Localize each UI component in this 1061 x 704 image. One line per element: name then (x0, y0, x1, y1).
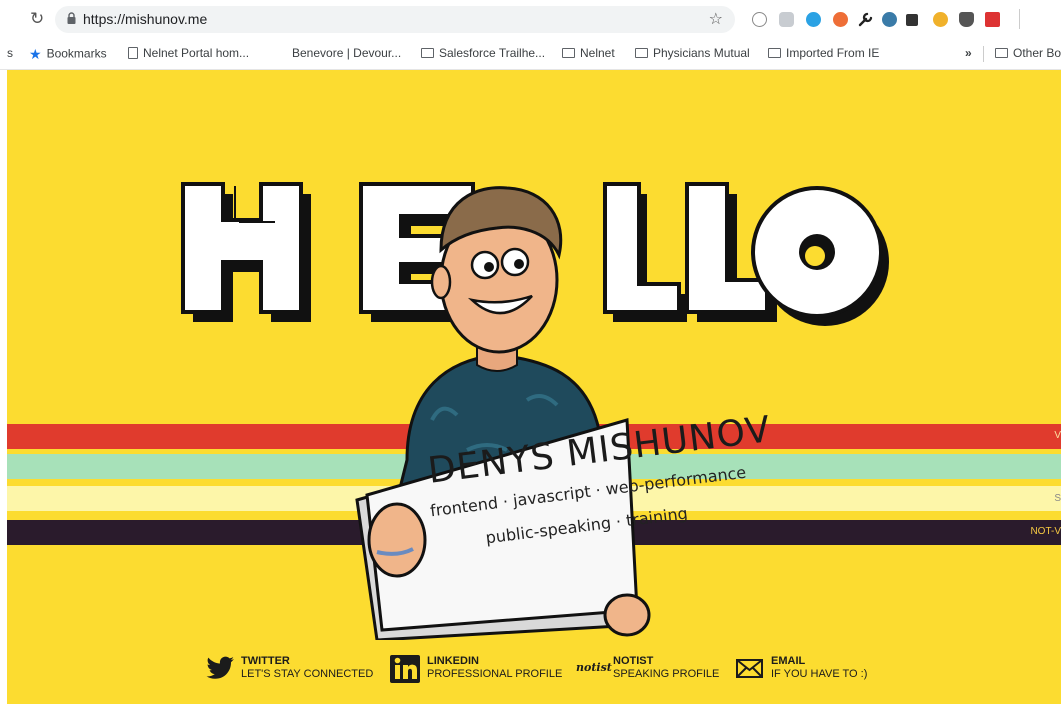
lock-icon (67, 12, 76, 24)
social-link-email[interactable]: EMAIL IF YOU HAVE TO :) (736, 653, 886, 685)
browser-toolbar: ↻ https://mishunov.me ☆ (0, 0, 1061, 38)
extension-lighthouse-icon[interactable] (882, 12, 897, 27)
bookmark-item-nelnet[interactable]: Nelnet (562, 46, 615, 60)
bookmark-item-benevore[interactable]: Benevore | Devour... (292, 46, 401, 60)
bookmark-item-nelnet-portal[interactable]: Nelnet Portal hom... (128, 46, 249, 60)
character-illustration (355, 186, 651, 640)
social-subtitle: LET'S STAY CONNECTED (241, 668, 374, 680)
star-icon: ★ (29, 46, 42, 62)
toolbar-divider (1019, 9, 1020, 29)
bookmark-item-physicians-mutual[interactable]: Physicians Mutual (635, 46, 750, 60)
extension-block-icon[interactable] (833, 12, 848, 27)
stripe-edge-text: S (1054, 493, 1061, 504)
notist-icon: notist (576, 661, 612, 674)
bookmark-item-other-bookmarks[interactable]: Other Bo (995, 46, 1061, 60)
stripe-edge-text: NOT-V (1030, 526, 1061, 537)
social-title: NOTIST (613, 655, 654, 667)
extension-shield-icon[interactable] (779, 12, 794, 27)
page-icon (128, 46, 138, 59)
folder-icon (635, 47, 648, 58)
folder-icon (421, 47, 434, 58)
extension-cloud-icon[interactable] (806, 12, 821, 27)
linkedin-icon (390, 655, 420, 683)
extension-code-icon[interactable] (752, 12, 767, 27)
folder-icon (768, 47, 781, 58)
bookmark-item-bookmarks[interactable]: ★ Bookmarks (29, 46, 107, 63)
social-link-notist[interactable]: notist NOTIST SPEAKING PROFILE (576, 653, 726, 685)
social-title: TWITTER (241, 655, 290, 667)
bookmark-star-icon[interactable]: ☆ (709, 9, 723, 29)
extension-wrench-icon[interactable] (858, 12, 873, 27)
social-title: LINKEDIN (427, 655, 479, 667)
bookmarks-overflow-chevron[interactable]: » (965, 46, 972, 60)
url-text: https://mishunov.me (83, 11, 208, 27)
folder-icon (995, 47, 1008, 58)
social-subtitle: IF YOU HAVE TO :) (771, 668, 868, 680)
bookmark-item-partial[interactable]: s (7, 46, 13, 60)
reload-icon[interactable]: ↻ (30, 9, 44, 29)
stripe-edge-text: V (1054, 430, 1061, 441)
bookmark-item-salesforce[interactable]: Salesforce Trailhe... (421, 46, 545, 60)
social-subtitle: SPEAKING PROFILE (613, 668, 720, 680)
extension-moon-icon[interactable] (933, 12, 948, 27)
social-link-twitter[interactable]: TWITTER LET'S STAY CONNECTED (205, 653, 375, 685)
bookmarks-bar: s ★ Bookmarks Nelnet Portal hom... Benevo… (0, 38, 1061, 70)
social-title: EMAIL (771, 655, 806, 667)
extension-dark-icon[interactable] (906, 14, 918, 26)
bookmark-item-imported-from-ie[interactable]: Imported From IE (768, 46, 879, 60)
hello-letter-h (181, 182, 311, 322)
website-hero: V S NOT-V DENYS MISHUNOV frontend · java… (7, 70, 1061, 704)
email-icon (736, 659, 763, 678)
social-subtitle: PROFESSIONAL PROFILE (427, 668, 563, 680)
address-bar[interactable]: https://mishunov.me ☆ (55, 6, 735, 33)
extension-off-icon[interactable] (985, 12, 1000, 27)
extension-pocket-icon[interactable] (959, 12, 974, 27)
twitter-icon (206, 656, 234, 679)
folder-icon (562, 47, 575, 58)
social-link-linkedin[interactable]: LINKEDIN PROFESSIONAL PROFILE (390, 653, 563, 685)
bookmarks-divider (983, 46, 984, 62)
